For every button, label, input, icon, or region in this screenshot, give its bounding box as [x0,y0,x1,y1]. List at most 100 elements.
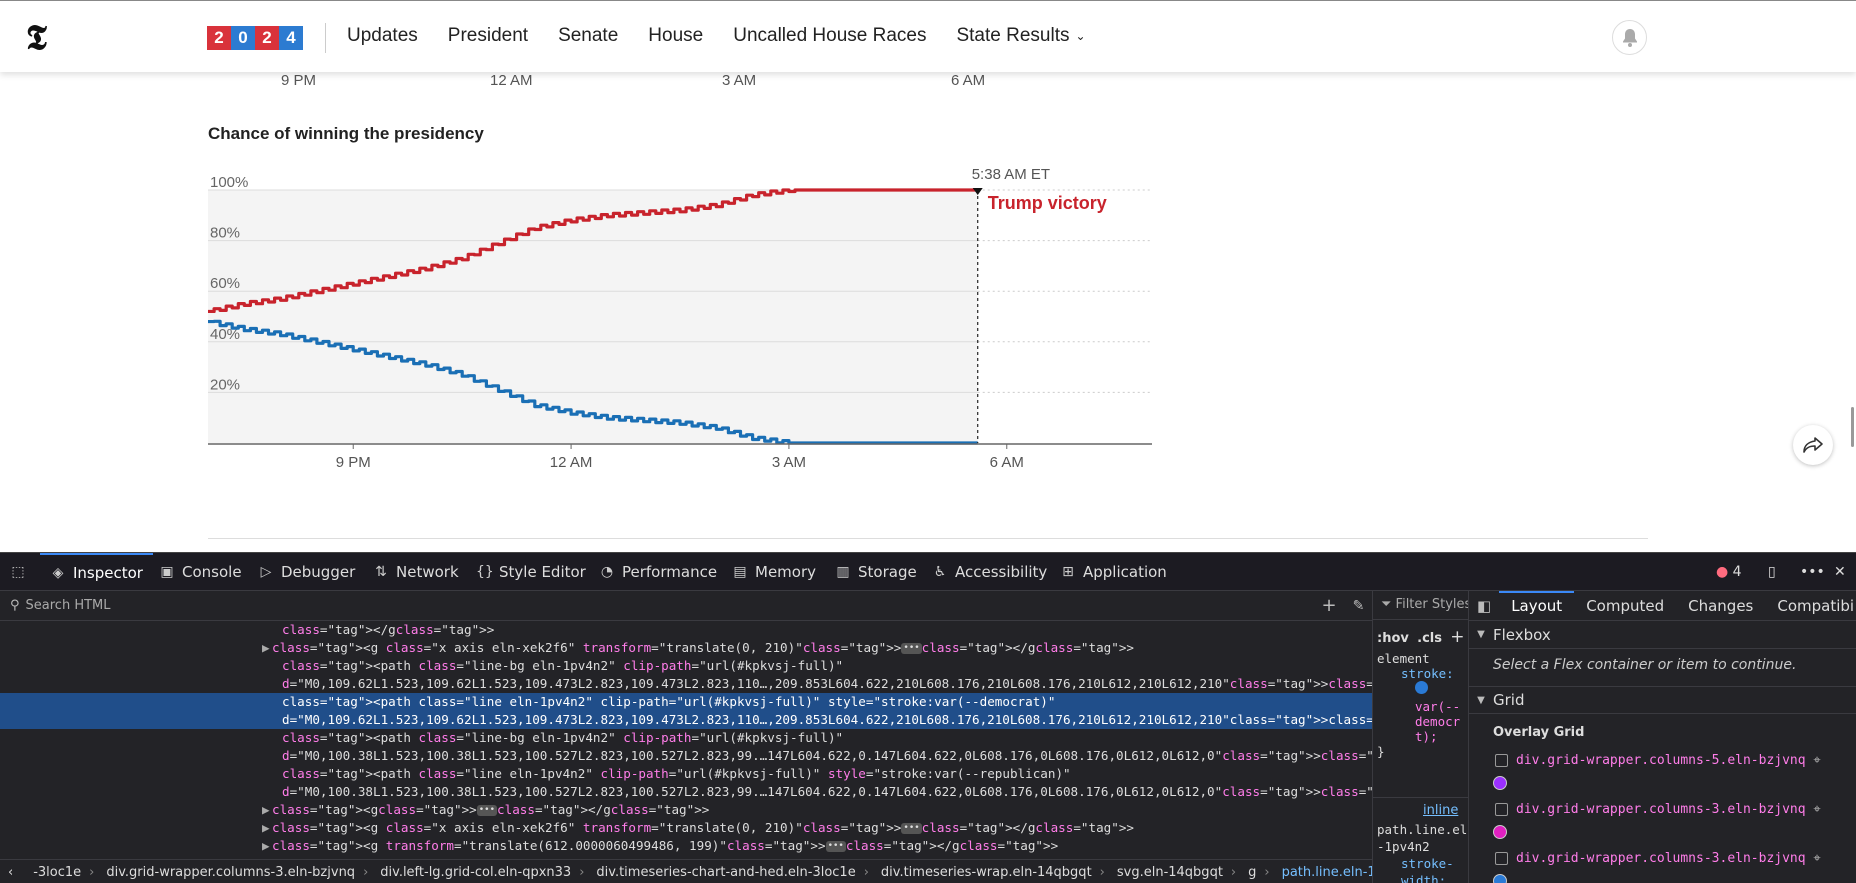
stroke-property[interactable]: stroke: [1377,666,1460,681]
markup-node[interactable]: d="M0,100.38L1.523,100.38L1.523,100.527L… [0,747,1372,765]
nav-state-results-label: State Results [956,25,1070,46]
tab-compatibility[interactable]: Compatibi [1765,591,1856,621]
nav-president[interactable]: President [448,25,528,47]
year-badge[interactable]: 2 0 2 4 [207,26,303,50]
nav-uncalled-house-races[interactable]: Uncalled House Races [733,25,926,47]
grid-checkbox[interactable] [1495,803,1508,816]
tab-layout[interactable]: Layout [1499,591,1575,621]
breadcrumb-item[interactable]: svg.eln-14qbgqt [1117,865,1223,880]
grid-section-header[interactable]: ▼ Grid [1469,686,1856,714]
breadcrumb-item[interactable]: g [1248,865,1256,880]
markup-node[interactable]: d="M0,109.62L1.523,109.62L1.523,109.473L… [0,675,1372,693]
hov-toggle[interactable]: :hov [1377,631,1409,646]
breadcrumb-item[interactable]: div.left-lg.grid-col.eln-qpxn33 [380,865,571,880]
expand-triangle-icon[interactable]: ▶ [262,819,272,837]
breadcrumb-item[interactable]: div.grid-wrapper.columns-3.eln-bzjvnq [106,865,355,880]
expand-triangle-icon[interactable]: ▶ [262,801,272,819]
add-rule-icon[interactable]: + [1450,627,1464,647]
expand-triangle-icon[interactable]: ▶ [262,639,272,657]
inline-source-link[interactable]: inline [1423,803,1458,818]
grid-item-label: div.grid-wrapper.columns-5.eln-bzjvnq [1516,753,1806,768]
crosshair-icon[interactable]: ⌖ [1813,802,1820,817]
cls-toggle[interactable]: .cls [1417,631,1442,646]
tab-inspector[interactable]: ◈ Inspector [40,553,153,591]
close-icon[interactable]: ✕ [1834,553,1846,591]
add-node-icon[interactable]: + [1322,595,1337,616]
filter-styles[interactable]: ⏷ Filter Styles [1381,597,1468,612]
markup-node[interactable]: d="M0,100.38L1.523,100.38L1.523,100.527L… [0,783,1372,801]
crosshair-icon[interactable]: ⌖ [1813,851,1820,866]
grid-color-swatch[interactable] [1493,776,1507,790]
flexbox-section-header[interactable]: ▼ Flexbox [1469,621,1856,649]
breadcrumb-item[interactable]: path.line.eln-1pv4n2 [1282,865,1372,880]
markup-node[interactable]: class="tag"><path class="line eln-1pv4n2… [0,765,1372,783]
tab-style-editor[interactable]: {} Style Editor [476,553,586,591]
search-html-input[interactable] [19,598,1270,613]
markup-view[interactable]: class="tag"></gclass="tag">> ▶ class="tag"… [0,621,1372,863]
breadcrumb-item[interactable]: -3loc1e [33,865,81,880]
markup-text: class="tag"><g transform="translate(612.… [272,838,1059,853]
grid-checkbox[interactable] [1495,754,1508,767]
markup-text: class="tag"></gclass="tag">> [282,622,495,637]
crosshair-icon[interactable]: ⌖ [1813,753,1820,768]
grid-overlay-item[interactable]: div.grid-wrapper.columns-5.eln-bzjvnq ⌖ [1495,753,1855,768]
grid-item-label: div.grid-wrapper.columns-3.eln-bzjvnq [1516,802,1806,817]
grid-color-swatch[interactable] [1493,874,1507,883]
tab-computed[interactable]: Computed [1574,591,1676,621]
year-digit: 4 [279,26,303,50]
toggle-sidebar-icon[interactable]: ◧ [1469,597,1499,615]
bell-icon[interactable] [1612,20,1647,55]
nav-senate[interactable]: Senate [558,25,618,47]
tab-memory[interactable]: ▤ Memory [732,553,816,591]
page-scrollbar[interactable] [1851,407,1854,447]
nyt-logo-icon[interactable]: 𝕿 [26,21,56,55]
rule-selector: -1pv4n2 [1377,839,1430,854]
presidency-chance-chart: 100%80%60%40%20%5:38 AM ETTrump victory9… [208,166,1152,471]
markup-node[interactable]: class="tag"><path class="line-bg eln-1pv… [0,657,1372,675]
markup-node[interactable]: ▶ class="tag"><gclass="tag">> ••• class="ta… [0,801,1372,819]
performance-icon: ◔ [600,564,614,580]
more-icon[interactable]: ••• [1800,553,1825,591]
markup-node[interactable]: ▶ class="tag"><g class="x axis eln-xek2f6… [0,819,1372,837]
markup-node[interactable]: ▶ class="tag"><g transform="translate(612… [0,837,1372,855]
error-counter[interactable]: ● 4 [1716,553,1742,591]
grid-color-swatch[interactable] [1493,825,1507,839]
tab-inspector-label: Inspector [73,564,143,582]
accessibility-icon: ♿ [933,564,947,580]
tab-console[interactable]: ▣ Console [159,553,241,591]
breadcrumb-item[interactable]: div.timeseries-wrap.eln-14qbgqt [881,865,1092,880]
element-picker-icon[interactable]: ⬚ [10,553,26,591]
breadcrumb-item[interactable]: div.timeseries-chart-and-hed.eln-3loc1e [596,865,855,880]
nav-house[interactable]: House [648,25,703,47]
tab-storage[interactable]: ▥ Storage [835,553,916,591]
markup-node[interactable]: ▶ class="tag"><g class="x axis eln-xek2f6… [0,639,1372,657]
markup-node[interactable]: class="tag"><path class="line-bg eln-1pv… [0,729,1372,747]
color-swatch[interactable] [1415,681,1428,694]
dock-icon[interactable]: ▯ [1768,553,1776,591]
nav-updates[interactable]: Updates [347,25,418,47]
stroke-width-property[interactable]: stroke- [1377,855,1467,872]
grid-checkbox[interactable] [1495,852,1508,865]
tab-application[interactable]: ⊞ Application [1060,553,1167,591]
grid-overlay-item[interactable]: div.grid-wrapper.columns-3.eln-bzjvnq ⌖ [1495,851,1855,866]
tab-changes[interactable]: Changes [1676,591,1765,621]
markup-node-selected[interactable]: class="tag"><path class="line eln-1pv4n2… [0,693,1372,711]
grid-overlay-item[interactable]: div.grid-wrapper.columns-3.eln-bzjvnq ⌖ [1495,802,1855,817]
y-tick-label: 60% [210,275,240,292]
tab-performance[interactable]: ◔ Performance [599,553,717,591]
nav-state-results[interactable]: State Results ⌄ [956,25,1085,47]
tab-network[interactable]: ⇅ Network [373,553,459,591]
tab-debugger[interactable]: ▷ Debugger [258,553,356,591]
stroke-value[interactable]: var(-- [1377,699,1460,714]
site-header: 𝕿 2 0 2 4 Updates President Senate House… [0,0,1856,72]
markup-indent [272,783,282,801]
share-icon[interactable] [1793,425,1833,465]
expand-triangle-icon[interactable]: ▶ [262,837,272,855]
breadcrumb-scroll-left-icon[interactable]: ‹ [8,865,13,880]
year-digit: 0 [231,26,255,50]
markup-node-selected[interactable]: d="M0,109.62L1.523,109.62L1.523,109.473L… [0,711,1372,729]
markup-node[interactable]: class="tag"></gclass="tag">> [0,621,1372,639]
tab-accessibility[interactable]: ♿ Accessibility [932,553,1048,591]
eyedropper-icon[interactable]: ✎ [1353,598,1365,614]
markup-text: d="M0,109.62L1.523,109.62L1.523,109.473L… [282,676,1372,691]
